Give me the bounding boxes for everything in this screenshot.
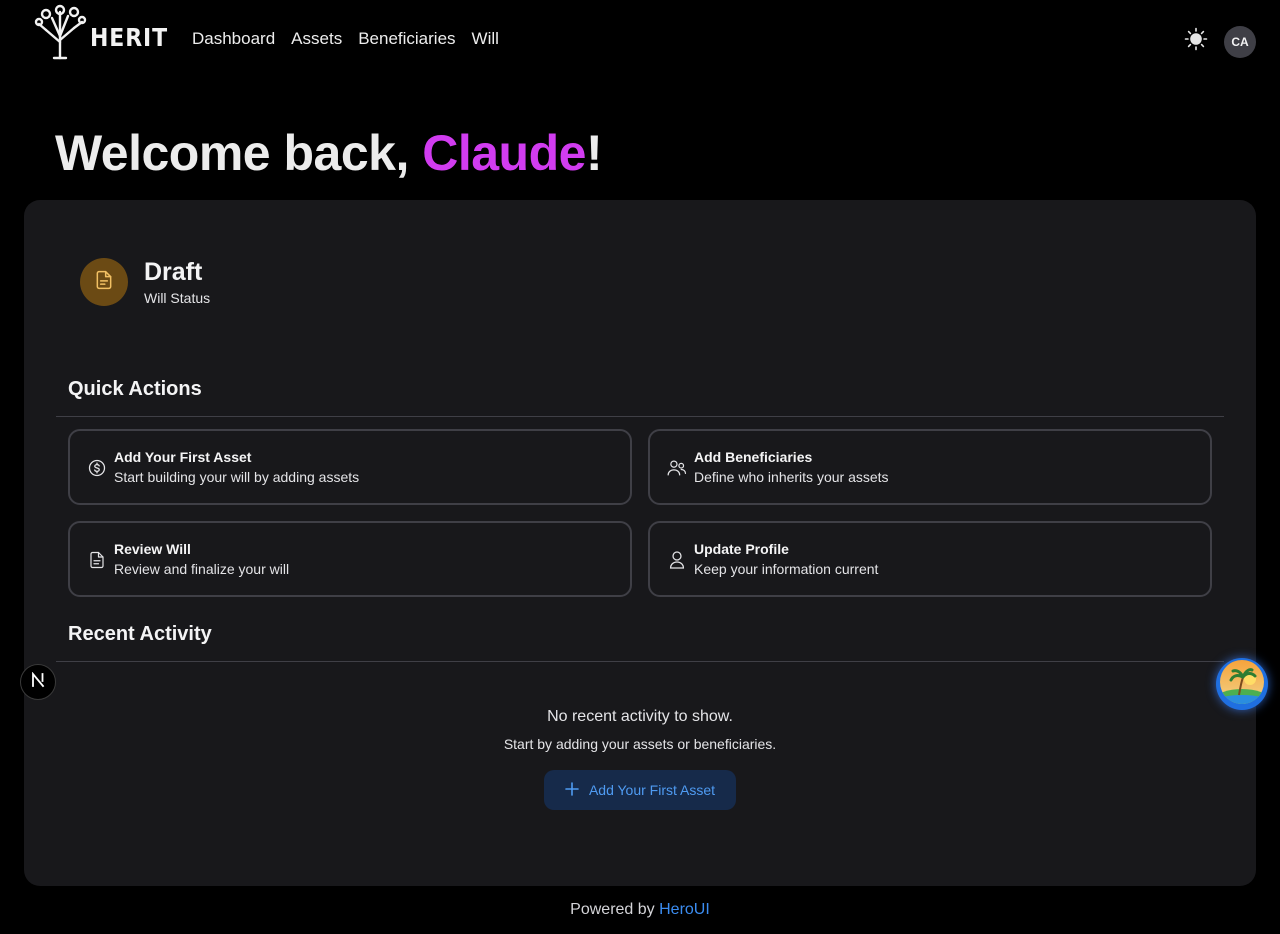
user-avatar[interactable]: CA [1224,26,1256,58]
document-icon [87,550,107,570]
n-logo-icon [30,671,46,693]
recent-activity-heading: Recent Activity [68,623,212,645]
footer-heroui-link[interactable]: HeroUI [659,901,710,918]
nextjs-dev-badge[interactable] [20,664,56,700]
action-title: Add Your First Asset [114,449,252,465]
add-first-asset-action[interactable]: Add Your First Asset Start building your… [68,429,632,505]
nav-link-beneficiaries[interactable]: Beneficiaries [358,29,455,49]
nav-link-dashboard[interactable]: Dashboard [192,29,275,49]
user-icon [667,550,687,570]
welcome-suffix: ! [585,125,603,181]
will-status-value: Draft [144,258,203,286]
action-description: Start building your will by adding asset… [114,469,360,485]
nav-links: Dashboard Assets Beneficiaries Will [192,29,499,49]
assistant-avatar-button[interactable] [1216,658,1268,710]
plus-icon [565,781,579,799]
island-avatar-icon [1219,659,1265,710]
footer-powered-by: Powered by [570,901,655,918]
users-icon [667,458,687,478]
empty-activity-subtitle: Start by adding your assets or beneficia… [503,736,777,752]
action-title: Update Profile [694,541,789,557]
action-description: Keep your information current [694,561,879,577]
recent-activity-divider [56,661,1224,662]
top-navbar: HERIT Dashboard Assets Beneficiaries Wil… [0,0,1280,82]
welcome-prefix: Welcome back, [55,125,423,181]
welcome-heading: Welcome back, Claude! [55,124,603,182]
nav-link-assets[interactable]: Assets [291,29,342,49]
action-description: Define who inherits your assets [694,469,889,485]
theme-toggle-button[interactable] [1182,27,1210,55]
add-first-asset-button[interactable]: Add Your First Asset [544,770,736,810]
footer: Powered by HeroUI [0,901,1280,919]
add-first-asset-label: Add Your First Asset [588,782,716,798]
review-will-action[interactable]: Review Will Review and finalize your wil… [68,521,632,597]
quick-actions-divider [56,416,1224,417]
tree-logo-icon [34,4,88,65]
action-title: Add Beneficiaries [694,449,813,465]
add-beneficiaries-action[interactable]: Add Beneficiaries Define who inherits yo… [648,429,1212,505]
nav-link-will[interactable]: Will [472,29,499,49]
dollar-circle-icon [87,458,107,478]
update-profile-action[interactable]: Update Profile Keep your information cur… [648,521,1212,597]
welcome-username: Claude [422,125,586,181]
quick-actions-heading: Quick Actions [68,378,202,400]
brand-logo[interactable]: HERIT [34,4,179,65]
empty-activity-title: No recent activity to show. [547,708,733,725]
will-status-icon-badge [80,258,128,306]
action-description: Review and finalize your will [114,561,290,577]
will-status-label: Will Status [144,290,211,306]
sun-icon [1184,27,1208,56]
dashboard-card: Draft Will Status Quick Actions Add Your… [24,200,1256,886]
action-title: Review Will [114,541,191,557]
brand-name: HERIT [90,22,168,52]
document-icon [94,270,114,295]
